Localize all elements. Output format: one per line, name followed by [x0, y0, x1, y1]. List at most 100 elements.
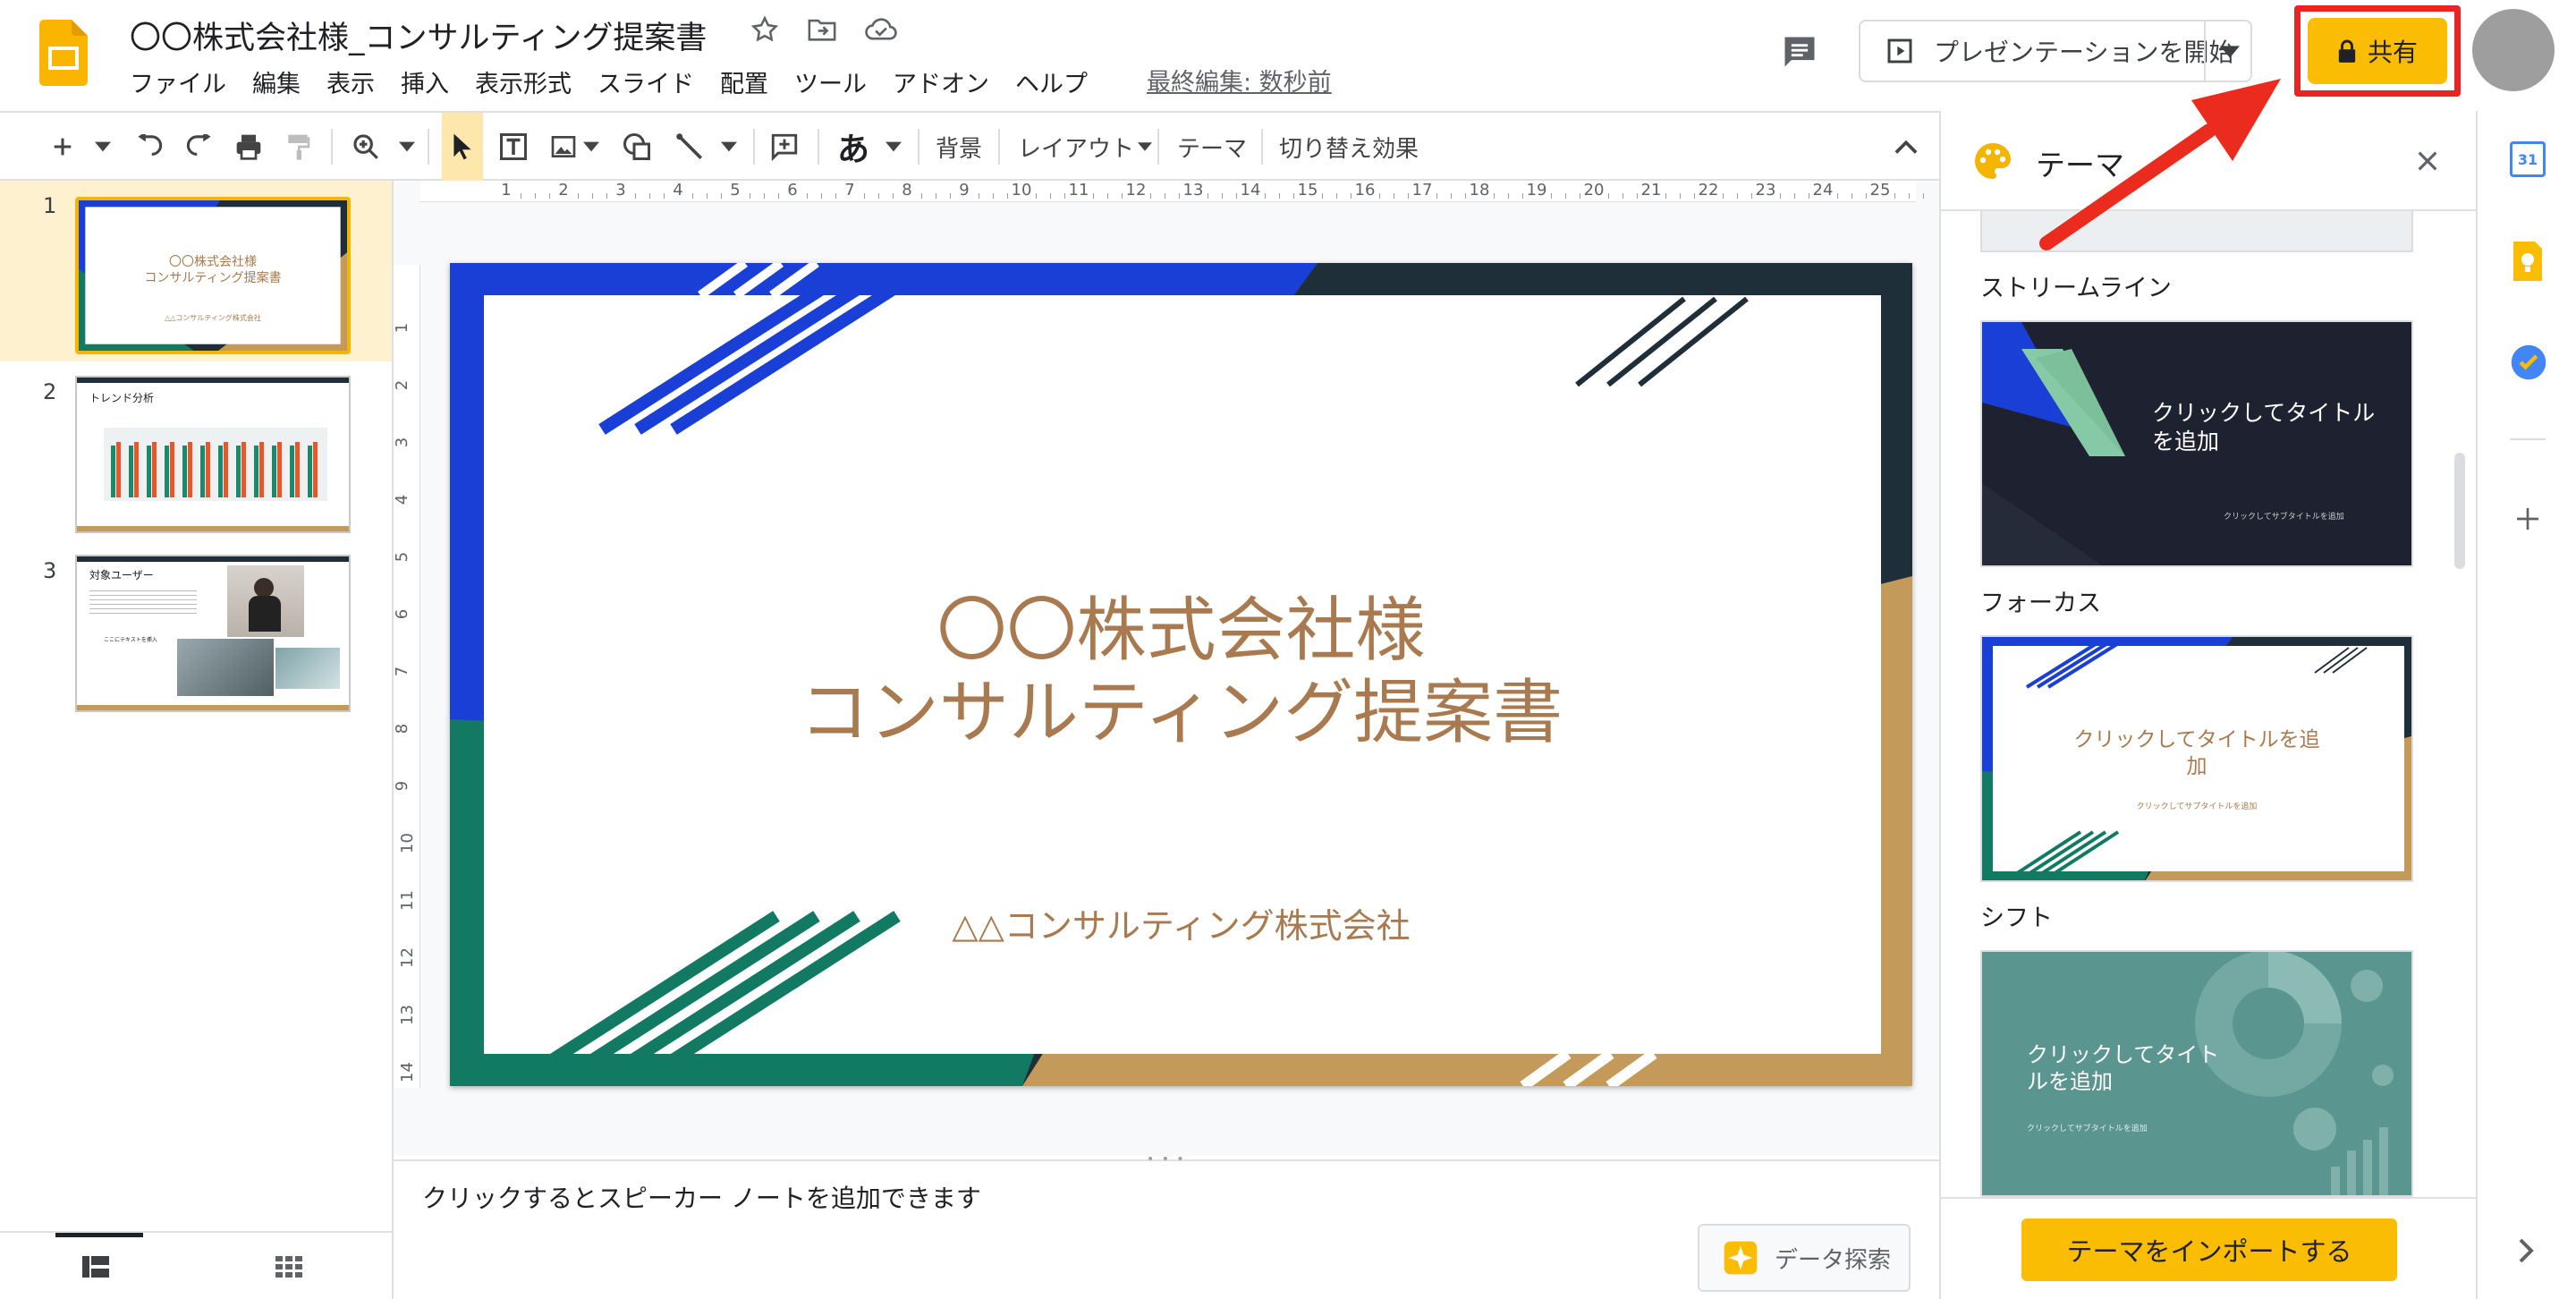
current-slide[interactable]: 〇〇株式会社様 コンサルティング提案書 △△コンサルティング株式会社 [450, 263, 1912, 1086]
insert-comment-button[interactable] [769, 113, 800, 181]
speaker-notes[interactable]: • • • クリックするとスピーカー ノートを追加できます データ探索 [394, 1152, 1939, 1299]
zoom-button[interactable] [351, 113, 381, 181]
theme-card-focus[interactable]: クリックしてタイトルを追加 クリックしてサブタイトルを追加 [1980, 320, 2413, 567]
document-title[interactable]: 〇〇株式会社様_コンサルティング提案書 [130, 13, 707, 58]
transition-button[interactable]: 切り替え効果 [1279, 113, 1419, 181]
explore-label: データ探索 [1775, 1246, 1892, 1274]
ruler-tick [721, 193, 722, 199]
move-folder-icon[interactable] [807, 16, 837, 43]
theme-list[interactable]: ストリームライン クリックしてタイトルを追加 クリックしてサブタイトルを追加 フ… [1941, 211, 2478, 1197]
slide-thumbnail-1[interactable]: 〇〇株式会社様 コンサルティング提案書 △△コンサルティング株式会社 [75, 197, 351, 354]
menu-format[interactable]: 表示形式 [475, 64, 572, 99]
line-tool[interactable] [674, 113, 705, 181]
add-addon-icon[interactable] [2513, 505, 2542, 533]
line-dropdown[interactable] [721, 113, 737, 181]
menu-edit[interactable]: 編集 [252, 64, 301, 99]
theme-list-scrollbar[interactable] [2454, 453, 2465, 569]
image-tool[interactable] [549, 113, 578, 181]
horizontal-ruler[interactable]: 1 2 3 4 5 6 7 8 9 10 11 12 13 14 15 16 17 18 19 20 21 22 23 24 2… [420, 181, 1924, 202]
menu-help[interactable]: ヘルプ [1015, 64, 1088, 99]
grid-view-icon[interactable] [275, 1256, 302, 1278]
star-icon[interactable] [750, 14, 780, 45]
paint-format-button[interactable] [284, 113, 311, 181]
menu-addons[interactable]: アドオン [893, 64, 989, 99]
ruler-tick [1236, 193, 1237, 199]
input-tools-dropdown[interactable] [886, 113, 902, 181]
ruler-tick-label: 9 [393, 780, 412, 792]
toolbar-separator [1261, 129, 1263, 165]
ruler-tick [1036, 193, 1037, 199]
theme-card-streamline[interactable] [1980, 211, 2413, 252]
theme-button[interactable]: テーマ [1177, 113, 1247, 181]
undo-button[interactable] [134, 113, 165, 181]
slide-thumbnail-3[interactable]: 対象ユーザー ここにテキストを挿入 [75, 555, 351, 712]
tasks-icon[interactable] [2510, 344, 2547, 381]
present-button[interactable]: プレゼンテーションを開始 [1859, 20, 2252, 82]
calendar-icon[interactable]: 31 [2510, 141, 2546, 177]
ruler-tick [1909, 193, 1910, 199]
select-tool[interactable] [442, 113, 483, 181]
background-button[interactable]: 背景 [936, 113, 982, 181]
last-edit-link[interactable]: 最終編集: 数秒前 [1147, 63, 1332, 98]
new-slide-button[interactable] [50, 113, 75, 181]
thumb3-text-lines [89, 590, 197, 614]
present-dropdown-icon[interactable] [2220, 43, 2240, 61]
menu-view[interactable]: 表示 [326, 64, 375, 99]
cloud-saved-icon[interactable] [864, 16, 898, 43]
chevron-right-icon[interactable] [2517, 1238, 2535, 1263]
filmstrip-view-icon[interactable] [82, 1256, 109, 1278]
ruler-tick-label: 11 [397, 890, 417, 911]
zoom-dropdown[interactable] [399, 113, 415, 181]
notes-resize-handle[interactable]: • • • [1147, 1152, 1186, 1167]
slide-thumbnail-2[interactable]: トレンド分析 [75, 376, 351, 533]
theme-card-shift[interactable]: クリックしてタイトルを追加 クリックしてサブタイトルを追加 [1980, 635, 2413, 882]
redo-button[interactable] [184, 113, 215, 181]
menu-insert[interactable]: 挿入 [401, 64, 449, 99]
theme-preview-subtitle: クリックしてサブタイトルを追加 [2224, 513, 2344, 522]
slide-title[interactable]: 〇〇株式会社様 コンサルティング提案書 [450, 590, 1912, 754]
caret-down-icon [399, 141, 415, 152]
menu-file[interactable]: ファイル [130, 64, 226, 99]
explore-button[interactable]: データ探索 [1698, 1224, 1911, 1292]
text-box-tool[interactable] [497, 113, 530, 181]
ruler-tick-label: 10 [1011, 181, 1032, 200]
keep-icon[interactable] [2510, 242, 2546, 281]
theme-preview-subtitle: クリックしてサブタイトルを追加 [2136, 802, 2258, 811]
comment-icon[interactable] [1780, 32, 1819, 72]
share-button[interactable]: 共有 [2308, 18, 2447, 84]
ruler-tick [1665, 193, 1666, 199]
menu-arrange[interactable]: 配置 [720, 64, 768, 99]
thumb3-item: ここにテキストを挿入 [104, 637, 157, 643]
thumb-chart-bar [224, 442, 228, 497]
ruler-tick [1379, 193, 1380, 199]
ruler-tick [1551, 193, 1552, 199]
speaker-notes-placeholder[interactable]: クリックするとスピーカー ノートを追加できます [422, 1179, 981, 1215]
print-button[interactable] [234, 113, 263, 181]
ruler-tick [592, 193, 593, 199]
theme-card-teal[interactable]: クリックしてタイトルを追加 クリックしてサブタイトルを追加 [1980, 950, 2413, 1197]
input-tools-button[interactable]: あ [837, 113, 869, 181]
caret-down-icon [583, 141, 599, 152]
slides-logo[interactable] [39, 20, 88, 86]
slide-subtitle[interactable]: △△コンサルティング株式会社 [450, 898, 1912, 947]
thumb-title-line1: 〇〇株式会社様 [169, 255, 257, 269]
image-dropdown[interactable] [583, 113, 599, 181]
import-theme-button[interactable]: テーマをインポートする [2021, 1218, 2397, 1281]
close-icon[interactable] [2413, 147, 2442, 175]
shape-tool[interactable] [621, 113, 653, 181]
collapse-toolbar-button[interactable] [1894, 113, 1918, 181]
account-avatar[interactable] [2472, 9, 2555, 91]
theme-name: ストリームライン [1980, 275, 2172, 302]
menu-slide[interactable]: スライド [597, 64, 694, 99]
thumb2-title: トレンド分析 [89, 392, 155, 404]
ruler-tick [1866, 193, 1867, 199]
filmstrip-view-tabs [0, 1231, 394, 1299]
layout-button[interactable]: レイアウト [1018, 113, 1153, 181]
vertical-ruler[interactable]: 1 2 3 4 5 6 7 8 9 10 11 12 13 14 [393, 265, 420, 1088]
ruler-tick-label: 17 [1411, 181, 1433, 200]
ruler-tick [1107, 193, 1108, 199]
ruler-tick-label: 14 [1240, 181, 1261, 200]
menu-tools[interactable]: ツール [794, 64, 867, 99]
new-slide-dropdown[interactable] [95, 113, 111, 181]
slides-app: 〇〇株式会社様_コンサルティング提案書 ファイル 編集 表示 挿入 表示形式 ス… [0, 0, 2576, 1299]
